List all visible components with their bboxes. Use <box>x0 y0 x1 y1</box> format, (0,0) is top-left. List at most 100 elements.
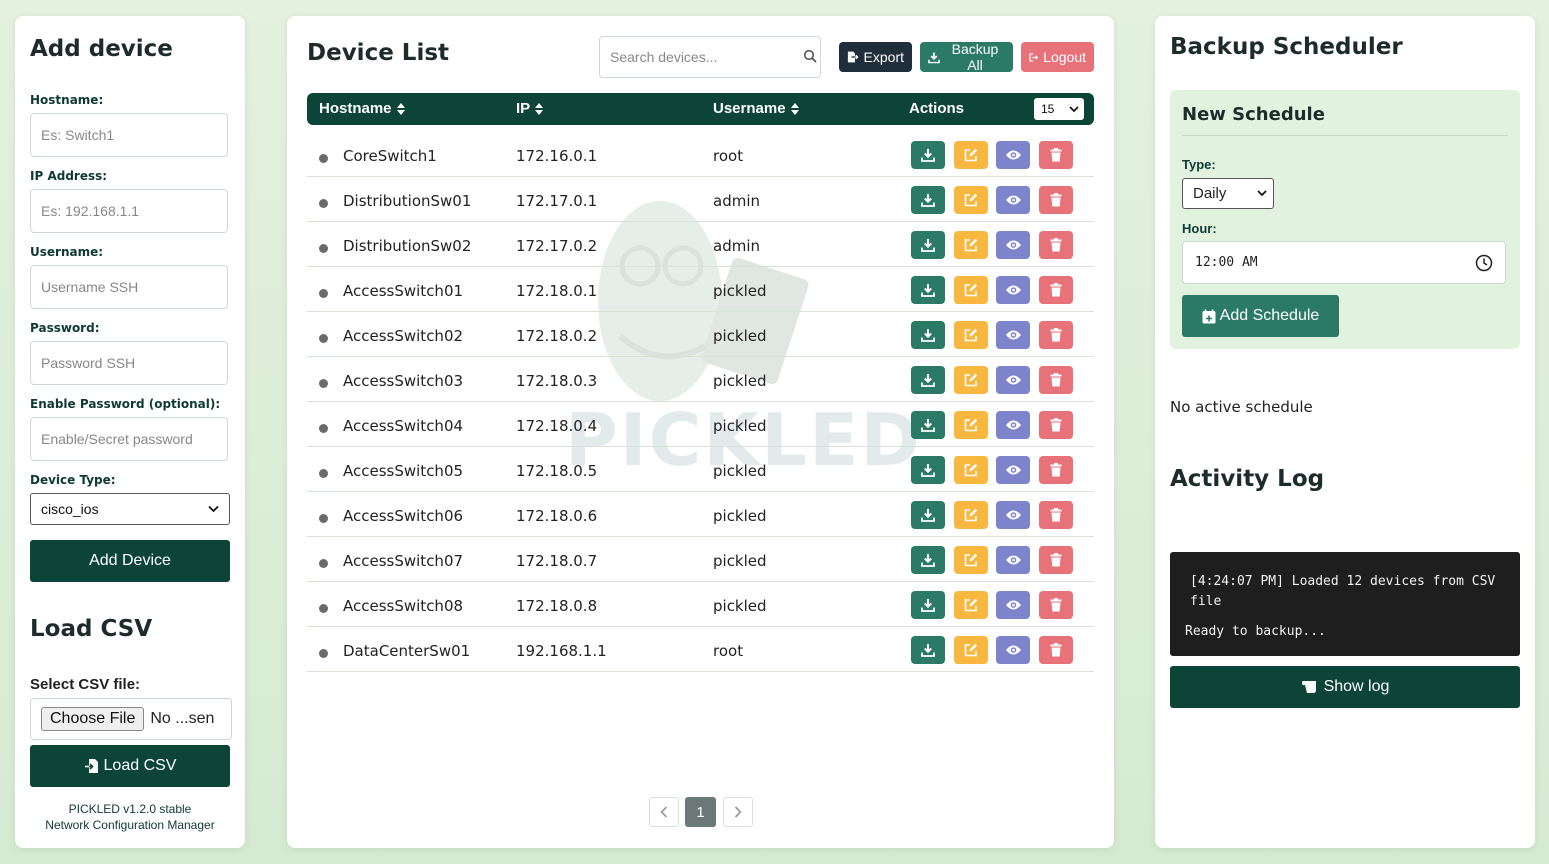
edit-device-button[interactable] <box>954 591 988 619</box>
delete-device-button[interactable] <box>1039 321 1073 349</box>
eye-icon <box>1005 375 1021 385</box>
row-hostname: AccessSwitch02 <box>343 327 464 345</box>
row-hostname: AccessSwitch07 <box>343 552 464 570</box>
backup-all-button[interactable]: Backup All <box>920 41 1013 73</box>
view-config-button[interactable] <box>996 501 1030 529</box>
edit-device-button[interactable] <box>954 321 988 349</box>
edit-device-button[interactable] <box>954 636 988 664</box>
delete-device-button[interactable] <box>1039 456 1073 484</box>
row-ip: 172.18.0.7 <box>516 552 598 570</box>
backup-device-button[interactable] <box>911 591 945 619</box>
view-config-button[interactable] <box>996 321 1030 349</box>
page-size-select[interactable]: 15 <box>1034 98 1084 120</box>
backup-device-button[interactable] <box>911 366 945 394</box>
view-config-button[interactable] <box>996 231 1030 259</box>
backup-device-button[interactable] <box>911 231 945 259</box>
search-input[interactable] <box>599 36 821 78</box>
view-config-button[interactable] <box>996 141 1030 169</box>
backup-device-button[interactable] <box>911 141 945 169</box>
next-page-button[interactable] <box>723 797 753 827</box>
backup-device-button[interactable] <box>911 456 945 484</box>
status-dot <box>319 559 328 568</box>
delete-device-button[interactable] <box>1039 366 1073 394</box>
page-1-button[interactable]: 1 <box>685 797 716 827</box>
status-dot <box>319 244 328 253</box>
download-icon <box>921 554 935 567</box>
trash-icon <box>1050 643 1062 657</box>
load-csv-button[interactable]: Load CSV <box>30 745 230 787</box>
hour-input[interactable]: 12:00 AM <box>1182 241 1506 284</box>
view-config-button[interactable] <box>996 366 1030 394</box>
edit-device-button[interactable] <box>954 141 988 169</box>
backup-device-button[interactable] <box>911 636 945 664</box>
password-input[interactable] <box>30 341 228 385</box>
device-type-select[interactable]: cisco_ios <box>30 493 230 525</box>
edit-device-button[interactable] <box>954 456 988 484</box>
add-device-title: Add device <box>30 36 173 62</box>
edit-device-button[interactable] <box>954 231 988 259</box>
trash-icon <box>1050 148 1062 162</box>
log-line: Ready to backup... <box>1185 624 1326 639</box>
backup-device-button[interactable] <box>911 501 945 529</box>
backup-device-button[interactable] <box>911 321 945 349</box>
row-hostname: AccessSwitch05 <box>343 462 464 480</box>
ip-input[interactable] <box>30 189 228 233</box>
download-icon <box>921 599 935 612</box>
hostname-input[interactable] <box>30 113 228 157</box>
edit-device-button[interactable] <box>954 186 988 214</box>
edit-device-button[interactable] <box>954 366 988 394</box>
view-config-button[interactable] <box>996 591 1030 619</box>
status-dot <box>319 334 328 343</box>
delete-device-button[interactable] <box>1039 411 1073 439</box>
table-row: DistributionSw01 172.17.0.1 admin <box>307 177 1094 222</box>
delete-device-button[interactable] <box>1039 186 1073 214</box>
delete-device-button[interactable] <box>1039 636 1073 664</box>
csv-file-input[interactable]: Choose File No ...sen <box>30 698 232 740</box>
prev-page-button[interactable] <box>649 797 679 827</box>
column-username[interactable]: Username <box>713 100 800 117</box>
enable-password-input[interactable] <box>30 417 228 461</box>
edit-device-button[interactable] <box>954 501 988 529</box>
backup-device-button[interactable] <box>911 276 945 304</box>
search-icon[interactable] <box>803 49 817 63</box>
add-device-button[interactable]: Add Device <box>30 540 230 582</box>
edit-icon <box>964 238 978 252</box>
view-config-button[interactable] <box>996 546 1030 574</box>
column-ip[interactable]: IP <box>516 100 544 117</box>
choose-file-button[interactable]: Choose File <box>41 707 145 731</box>
no-file-text: No ...sen <box>150 710 215 727</box>
delete-device-button[interactable] <box>1039 276 1073 304</box>
backup-device-button[interactable] <box>911 411 945 439</box>
logout-button[interactable]: Logout <box>1021 42 1094 72</box>
view-config-button[interactable] <box>996 636 1030 664</box>
device-type-value: cisco_ios <box>41 501 99 517</box>
schedule-type-select[interactable]: Daily <box>1182 178 1274 209</box>
status-dot <box>319 289 328 298</box>
username-input[interactable] <box>30 265 228 309</box>
delete-device-button[interactable] <box>1039 231 1073 259</box>
backup-device-button[interactable] <box>911 186 945 214</box>
download-icon <box>921 644 935 657</box>
column-hostname[interactable]: Hostname <box>319 100 406 117</box>
delete-device-button[interactable] <box>1039 141 1073 169</box>
row-ip: 172.18.0.1 <box>516 282 598 300</box>
delete-device-button[interactable] <box>1039 546 1073 574</box>
row-ip: 172.18.0.2 <box>516 327 598 345</box>
delete-device-button[interactable] <box>1039 501 1073 529</box>
view-config-button[interactable] <box>996 411 1030 439</box>
edit-device-button[interactable] <box>954 411 988 439</box>
edit-device-button[interactable] <box>954 546 988 574</box>
export-button[interactable]: Export <box>839 42 912 72</box>
view-config-button[interactable] <box>996 456 1030 484</box>
view-config-button[interactable] <box>996 186 1030 214</box>
add-schedule-button[interactable]: Add Schedule <box>1182 295 1339 337</box>
activity-log-title: Activity Log <box>1170 466 1325 492</box>
backup-device-button[interactable] <box>911 546 945 574</box>
delete-device-button[interactable] <box>1039 591 1073 619</box>
show-log-button[interactable]: Show log <box>1170 666 1520 708</box>
clock-icon[interactable] <box>1475 254 1493 272</box>
sort-icon <box>396 102 405 115</box>
divider <box>1182 135 1508 136</box>
edit-device-button[interactable] <box>954 276 988 304</box>
view-config-button[interactable] <box>996 276 1030 304</box>
